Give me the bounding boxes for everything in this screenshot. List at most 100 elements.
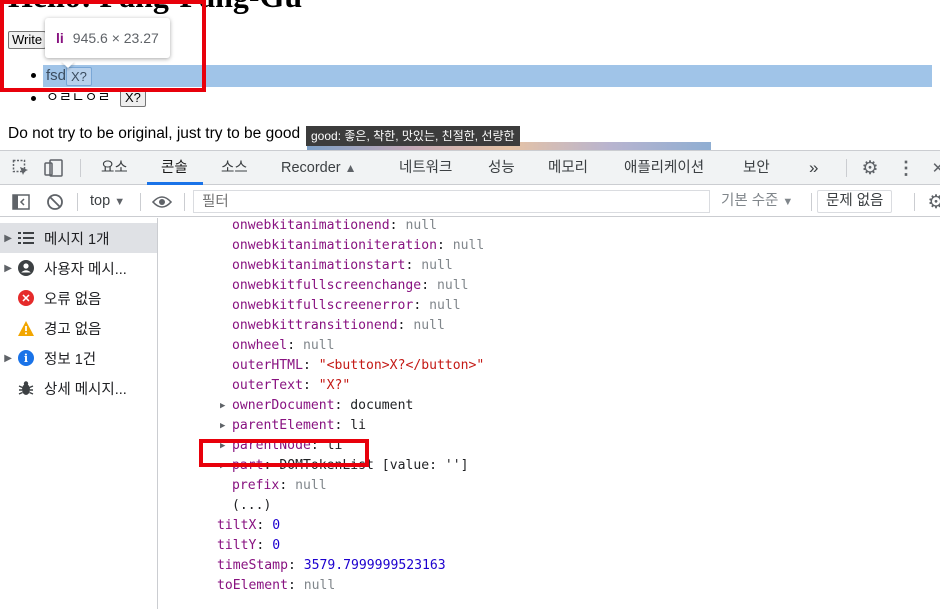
inspect-element-icon[interactable] — [11, 158, 31, 178]
tab-security[interactable]: 보안 — [743, 151, 770, 185]
error-icon: ✕ — [18, 290, 34, 306]
key-separator: : — [302, 358, 319, 373]
key-separator: : — [256, 538, 273, 553]
page-preview: Hello! Pang-Pang-Gu Write fsd X? ㅇㄹㄴㅇㄹ X… — [0, 0, 940, 150]
key-separator: : — [389, 218, 406, 233]
property-value: (...) — [232, 498, 272, 513]
expand-arrow-icon[interactable]: ▶ — [220, 416, 225, 436]
warning-icon — [18, 320, 34, 336]
tab-console[interactable]: 콘솔 — [161, 151, 188, 185]
key-separator: : — [302, 378, 319, 393]
eye-icon[interactable] — [152, 192, 172, 212]
sidebar-item-label: 오류 없음 — [44, 291, 102, 308]
device-toolbar-icon[interactable] — [44, 158, 64, 178]
expand-arrow-icon: ▶ — [4, 232, 12, 244]
property-key: prefix — [232, 478, 280, 493]
key-separator: : — [287, 578, 304, 593]
sidebar-item-user-messages[interactable]: ▶ 사용자 메시... — [0, 253, 157, 283]
filter-input[interactable] — [193, 190, 710, 213]
property-key: ownerDocument — [232, 398, 335, 413]
separator — [811, 193, 812, 211]
sidebar-item-errors[interactable]: ✕ 오류 없음 — [0, 283, 157, 313]
separator — [846, 159, 847, 177]
tab-performance[interactable]: 성능 — [488, 151, 515, 185]
property-value: 3579.7999999523163 — [303, 558, 446, 573]
console-row: (...) — [232, 496, 271, 516]
console-row: toElement: null — [217, 576, 335, 596]
property-value: null — [405, 218, 437, 233]
sidebar-item-label: 사용자 메시... — [44, 261, 127, 278]
context-label: top — [90, 193, 111, 209]
tab-application[interactable]: 애플리케이션 — [624, 151, 704, 185]
property-key: timeStamp — [217, 558, 288, 573]
property-key: onwebkittransitionend — [232, 318, 398, 333]
sidebar-item-label: 경고 없음 — [44, 321, 102, 338]
sidebar-item-info[interactable]: ▶ i 정보 1건 — [0, 343, 157, 373]
property-value: null — [421, 258, 453, 273]
tab-network[interactable]: 네트워크 — [399, 151, 452, 185]
property-value: "X?" — [318, 378, 351, 393]
tab-sources[interactable]: 소스 — [221, 151, 248, 185]
expand-arrow-icon: ▶ — [4, 262, 12, 274]
property-key: outerText — [232, 378, 303, 393]
issues-button[interactable]: 문제 없음 — [817, 190, 893, 213]
dictionary-tooltip: good: 좋은, 착한, 맛있는, 친절한, 선량한 — [306, 126, 520, 146]
sidebar-item-label: 메시지 1개 — [44, 231, 110, 248]
sidebar-toggle-icon[interactable] — [11, 192, 31, 212]
separator — [77, 193, 78, 211]
property-key: onwebkitanimationiteration — [232, 238, 437, 253]
tab-memory[interactable]: 메모리 — [548, 151, 588, 185]
flask-icon: ▲ — [344, 161, 357, 175]
console-row: onwebkittransitionend: null — [232, 316, 445, 336]
sidebar-item-warnings[interactable]: 경고 없음 — [0, 313, 157, 343]
key-separator: : — [436, 238, 453, 253]
key-separator: : — [256, 518, 273, 533]
console-row: onwebkitfullscreenerror: null — [232, 296, 461, 316]
property-key: tiltY — [217, 538, 257, 553]
property-key: onwebkitanimationstart — [232, 258, 406, 273]
console-row[interactable]: ▶ parentElement: li — [220, 416, 366, 436]
clear-console-icon[interactable] — [45, 192, 65, 212]
bug-icon — [18, 380, 34, 396]
more-tabs-button[interactable]: » — [809, 151, 818, 185]
sidebar-item-messages[interactable]: ▶ 메시지 1개 — [0, 223, 157, 253]
property-value: null — [452, 238, 485, 253]
property-key: onwebkitfullscreenerror — [232, 298, 414, 313]
console-settings-icon[interactable]: ⚙ — [926, 192, 940, 213]
active-tab-indicator — [147, 182, 203, 185]
user-icon — [18, 260, 34, 276]
key-separator: : — [413, 298, 430, 313]
log-level-selector[interactable]: 기본 수준 ▼ — [721, 186, 793, 217]
property-value: 0 — [272, 538, 281, 553]
console-row: timeStamp: 3579.7999999523163 — [217, 556, 446, 576]
close-icon[interactable]: ✕ — [928, 158, 940, 178]
separator — [140, 193, 141, 211]
context-selector[interactable]: top ▼ — [90, 186, 125, 217]
sidebar-item-verbose[interactable]: 상세 메시지... — [0, 373, 157, 403]
annotation-box — [0, 0, 206, 92]
dropdown-arrow-icon: ▼ — [782, 196, 794, 208]
list-icon — [18, 230, 34, 246]
console-row[interactable]: ▶ ownerDocument: document — [220, 396, 413, 416]
expand-arrow-icon[interactable]: ▶ — [220, 396, 225, 416]
settings-gear-icon[interactable]: ⚙ — [860, 158, 880, 179]
console-row: tiltX: 0 — [217, 516, 280, 536]
console-row: tiltY: 0 — [217, 536, 280, 556]
tab-recorder[interactable]: Recorder ▲ — [281, 151, 357, 185]
console-row: onwheel: null — [232, 336, 335, 356]
tab-recorder-label: Recorder — [281, 160, 341, 176]
key-separator: : — [287, 558, 304, 573]
sidebar-item-label: 상세 메시지... — [44, 381, 127, 398]
property-key: parentElement — [232, 418, 335, 433]
tab-elements[interactable]: 요소 — [101, 151, 128, 185]
key-separator: : — [334, 418, 351, 433]
expand-arrow-icon: ▶ — [4, 352, 12, 364]
console-row: onwebkitfullscreenchange: null — [232, 276, 469, 296]
list-bullet — [31, 96, 36, 101]
more-options-icon[interactable]: ⋮ — [896, 158, 916, 178]
property-key: outerHTML — [232, 358, 303, 373]
property-key: tiltX — [217, 518, 257, 533]
console-row: outerText: "X?" — [232, 376, 350, 396]
key-separator: : — [287, 338, 303, 353]
property-key: onwebkitanimationend — [232, 218, 390, 233]
